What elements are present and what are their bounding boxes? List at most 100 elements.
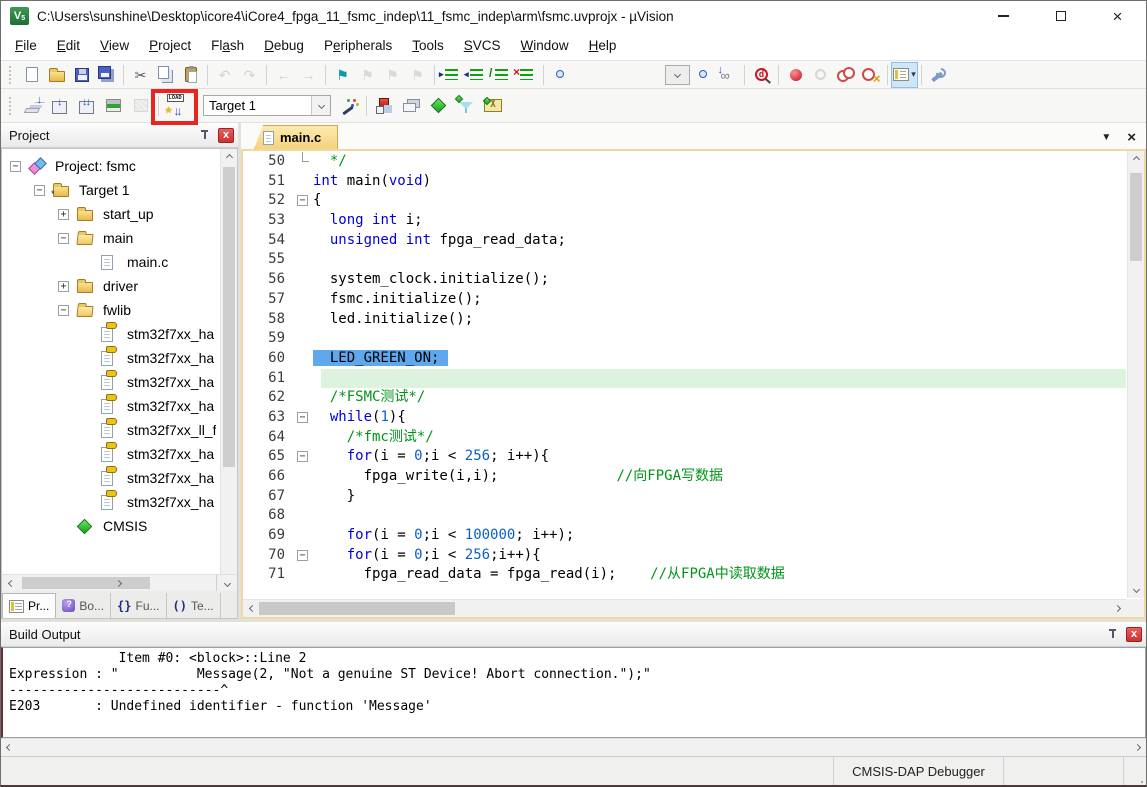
close-document-icon[interactable]: × (1127, 130, 1136, 145)
menu-window[interactable]: Window (511, 33, 579, 58)
navigate-forward-button[interactable]: → (296, 63, 321, 87)
batch-build-button[interactable] (100, 92, 127, 120)
tree-item-start-up[interactable]: +start_up (2, 202, 220, 226)
tree-item-stm32f7xx-ha[interactable]: stm32f7xx_ha (2, 322, 220, 346)
tree-item-fwlib[interactable]: −fwlib (2, 298, 220, 322)
build-button[interactable] (46, 92, 73, 120)
scroll-up-icon[interactable] (221, 149, 238, 166)
save-button[interactable] (69, 63, 94, 87)
clear-bookmarks-button[interactable]: ⚑ (405, 63, 430, 87)
tree-item-driver[interactable]: +driver (2, 274, 220, 298)
paste-button[interactable] (178, 63, 203, 87)
expand-icon[interactable]: + (58, 281, 69, 292)
scroll-right-icon[interactable] (1108, 600, 1126, 617)
insert-breakpoint-button[interactable] (783, 63, 808, 87)
code-line-64[interactable]: 64 /*fmc测试*/ (243, 428, 1126, 448)
document-list-icon[interactable]: ▼ (1101, 132, 1111, 143)
incremental-find-button[interactable] (715, 63, 740, 87)
collapse-icon[interactable]: − (58, 233, 69, 244)
menu-project[interactable]: Project (139, 33, 201, 58)
project-tree-horizontal-scrollbar[interactable] (1, 574, 238, 591)
scroll-left-icon[interactable] (2, 575, 20, 591)
menu-debug[interactable]: Debug (254, 33, 314, 58)
tree-item-stm32f7xx-ha[interactable]: stm32f7xx_ha (2, 490, 220, 514)
previous-bookmark-button[interactable]: ⚑ (355, 63, 380, 87)
lookup-word-button[interactable] (749, 63, 774, 87)
code-line-63[interactable]: 63− while(1){ (243, 408, 1126, 428)
tree-item-cmsis[interactable]: CMSIS (2, 514, 220, 538)
build-output-line[interactable]: ---------------------------^ (9, 683, 1145, 699)
undo-button[interactable]: ↶ (212, 63, 237, 87)
panel-tab-fu[interactable]: {}Fu... (111, 593, 166, 618)
collapse-icon[interactable]: − (58, 305, 69, 316)
build-output-line[interactable]: Expression : " Message(2, "Not a genuine… (9, 667, 1145, 683)
open-file-button[interactable] (44, 63, 69, 87)
tree-item-main-c[interactable]: main.c (2, 250, 220, 274)
code-line-54[interactable]: 54 unsigned int fpga_read_data; (243, 231, 1126, 251)
fold-collapse-icon[interactable]: − (297, 451, 308, 462)
cut-button[interactable]: ✂ (128, 63, 153, 87)
code-line-56[interactable]: 56 system_clock.initialize(); (243, 270, 1126, 290)
tree-item-stm32f7xx-ha[interactable]: stm32f7xx_ha (2, 370, 220, 394)
code-line-59[interactable]: 59 (243, 329, 1126, 349)
code-line-62[interactable]: 62 /*FSMC测试*/ (243, 388, 1126, 408)
code-line-51[interactable]: 51int main(void) (243, 172, 1126, 192)
toggle-bookmark-button[interactable]: ⚑ (330, 63, 355, 87)
menu-flash[interactable]: Flash (201, 33, 254, 58)
maximize-button[interactable] (1032, 1, 1089, 31)
menu-edit[interactable]: Edit (47, 33, 90, 58)
pin-icon[interactable] (197, 128, 213, 143)
code-line-58[interactable]: 58 led.initialize(); (243, 310, 1126, 330)
options-for-target-button[interactable] (335, 92, 362, 120)
new-file-button[interactable] (19, 63, 44, 87)
scroll-down-icon[interactable] (1128, 581, 1145, 598)
next-bookmark-button[interactable]: ⚑ (380, 63, 405, 87)
chevron-down-icon[interactable]: ▾ (911, 69, 916, 80)
pack-installer-button[interactable] (479, 92, 506, 120)
tree-item-main[interactable]: −main (2, 226, 220, 250)
project-window-select-button[interactable]: ▾ (892, 63, 917, 87)
tree-item-project-fsmc[interactable]: −Project: fsmc (2, 154, 220, 178)
tab-main-c[interactable]: main.c (254, 125, 338, 149)
collapse-icon[interactable]: − (34, 185, 45, 196)
code-line-68[interactable]: 68 (243, 506, 1126, 526)
scrollbar-thumb[interactable] (1130, 173, 1142, 261)
code-line-69[interactable]: 69 for(i = 0;i < 100000; i++); (243, 526, 1126, 546)
tree-item-stm32f7xx-ha[interactable]: stm32f7xx_ha (2, 346, 220, 370)
scrollbar-thumb[interactable] (223, 167, 235, 467)
menu-help[interactable]: Help (579, 33, 627, 58)
code-line-61[interactable]: 61 (243, 369, 1126, 389)
scroll-right-icon[interactable] (1134, 744, 1141, 751)
menu-svcs[interactable]: SVCS (454, 33, 511, 58)
tree-item-target-1[interactable]: −*Target 1 (2, 178, 220, 202)
build-output-line[interactable]: Item #0: <block>::Line 2 (9, 651, 1145, 667)
code-line-60[interactable]: 60 LED_GREEN_ON; (243, 349, 1126, 369)
scroll-left-icon[interactable] (6, 744, 13, 751)
expand-icon[interactable]: + (58, 209, 69, 220)
save-all-button[interactable] (94, 63, 119, 87)
panel-tab-pr[interactable]: Pr... (2, 593, 56, 618)
menu-file[interactable]: File (5, 33, 47, 58)
select-software-packs-button[interactable] (452, 92, 479, 120)
download-to-flash-button[interactable]: ↓↓★ (163, 92, 190, 120)
build-output-line[interactable]: E203 : Undefined identifier - function '… (9, 699, 1145, 715)
code-line-71[interactable]: 71 fpga_read_data = fpga_read(i); //从FPG… (243, 565, 1126, 585)
menu-tools[interactable]: Tools (402, 33, 454, 58)
code-line-55[interactable]: 55 (243, 250, 1126, 270)
find-in-files-button[interactable] (548, 63, 573, 87)
manage-project-items-button[interactable] (371, 92, 398, 120)
code-line-70[interactable]: 70− for(i = 0;i < 256;i++){ (243, 546, 1126, 566)
fold-collapse-icon[interactable]: − (297, 412, 308, 423)
tree-item-stm32f7xx-ll-f[interactable]: stm32f7xx_ll_f (2, 418, 220, 442)
project-tree-vertical-scrollbar[interactable] (220, 149, 237, 574)
configure-uvision-button[interactable] (926, 63, 951, 87)
menu-peripherals[interactable]: Peripherals (314, 33, 402, 58)
panel-tab-te[interactable]: ()Te... (167, 593, 221, 618)
translate-file-button[interactable] (19, 92, 46, 120)
find-in-files-results-button[interactable] (690, 63, 715, 87)
target-select-combo[interactable]: Target 1 (203, 95, 331, 116)
tree-item-stm32f7xx-ha[interactable]: stm32f7xx_ha (2, 466, 220, 490)
rebuild-all-button[interactable] (73, 92, 100, 120)
editor-horizontal-scrollbar[interactable] (243, 599, 1126, 617)
manage-rte-button[interactable] (425, 92, 452, 120)
